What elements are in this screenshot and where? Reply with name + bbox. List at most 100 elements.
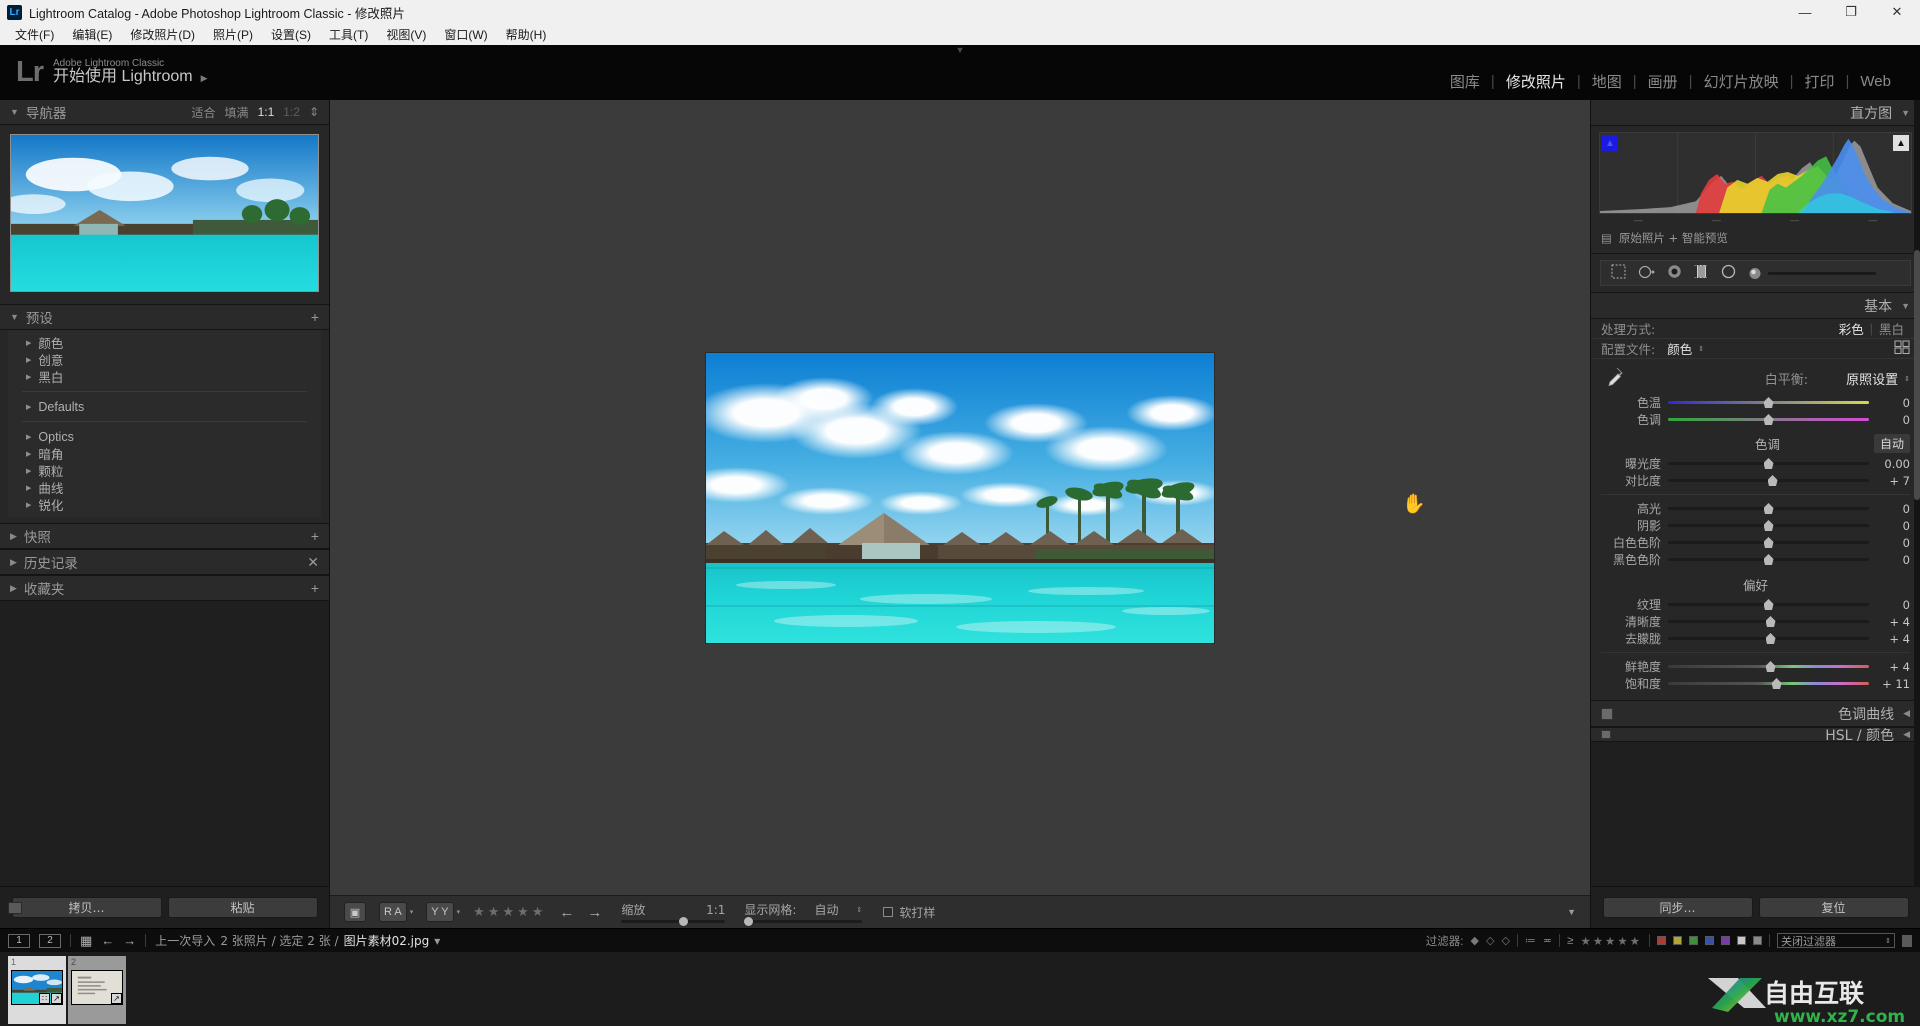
preset-group-optics[interactable]: ▶ Optics: [8, 428, 321, 445]
histogram-graph[interactable]: ▲ ▲: [1599, 132, 1912, 214]
image-canvas[interactable]: ✋: [330, 100, 1590, 895]
thumbnail-badge-edited[interactable]: ↗: [51, 993, 62, 1004]
tone-curve-header[interactable]: 色调曲线 ◀: [1591, 701, 1920, 727]
right-panel-scrollbar[interactable]: [1914, 100, 1920, 886]
navigate-back-icon[interactable]: ←: [101, 933, 114, 948]
edited-filter-icon[interactable]: ≔: [1525, 934, 1536, 947]
tone-curve-switch-icon[interactable]: [1601, 707, 1613, 720]
thumbnail-badge-crop[interactable]: ∷: [39, 993, 50, 1004]
adjustment-brush-group[interactable]: [1748, 266, 1876, 281]
right-panel-scrollbar-thumb[interactable]: [1914, 250, 1920, 500]
filter-preset-stepper-icon[interactable]: ⇕: [1885, 937, 1891, 945]
preset-group-vignette[interactable]: ▶ 暗角: [8, 445, 321, 462]
preset-group-bw[interactable]: ▶ 黑白: [8, 368, 321, 385]
add-collection-icon[interactable]: +: [311, 581, 319, 595]
saturation-slider-knob[interactable]: [1771, 678, 1782, 689]
preset-group-color[interactable]: ▶ 颜色: [8, 334, 321, 351]
thumbnail-badge-edited[interactable]: ↗: [111, 993, 122, 1004]
nav-mode-1-1[interactable]: 1:1: [258, 105, 275, 119]
chevron-down-icon[interactable]: ▾: [457, 908, 461, 916]
grid-overlay-group[interactable]: 显示网格: 自动 ⇕: [744, 901, 863, 926]
before-after-ra-button[interactable]: R A: [379, 902, 407, 922]
module-book[interactable]: 画册: [1637, 71, 1689, 92]
top-panel-collapse-arrow[interactable]: ▼: [956, 45, 965, 55]
navigator-preview-image[interactable]: [10, 134, 319, 292]
blacks-slider-knob[interactable]: [1763, 554, 1774, 565]
nav-zoom-stepper-icon[interactable]: ⇕: [309, 105, 319, 119]
profile-browser-icon[interactable]: [1894, 340, 1910, 357]
soft-proofing-group[interactable]: 软打样: [883, 904, 935, 921]
nav-mode-fill[interactable]: 填满: [225, 104, 249, 121]
chevron-down-icon[interactable]: ▼: [1901, 301, 1910, 311]
vibrance-slider-knob[interactable]: [1765, 661, 1776, 672]
main-photo[interactable]: [706, 352, 1214, 643]
hsl-switch-icon[interactable]: [1601, 730, 1611, 739]
thumb-image[interactable]: ↗: [71, 970, 123, 1005]
left-panel-scroll[interactable]: ▼ 导航器 适合 填满 1:1 1:2 ⇕ ▼ 预设 + ▶ 颜色 ▶ 创意 ▶…: [0, 100, 329, 886]
tint-slider[interactable]: [1668, 414, 1869, 425]
menu-item-window[interactable]: 窗口(W): [435, 24, 496, 45]
menu-item-view[interactable]: 视图(V): [377, 24, 435, 45]
before-after-ra-group[interactable]: R A ▾: [379, 902, 413, 922]
copy-button[interactable]: 拷贝…: [11, 897, 162, 918]
identity-plate[interactable]: Lr Adobe Lightroom Classic 开始使用 Lightroo…: [0, 58, 208, 87]
preset-group-creative[interactable]: ▶ 创意: [8, 351, 321, 368]
unedited-filter-icon[interactable]: ≖: [1543, 934, 1552, 947]
presets-header[interactable]: ▼ 预设 +: [0, 305, 329, 330]
thumb-image[interactable]: ∷ ↗: [11, 970, 63, 1005]
toolbar-collapse-icon[interactable]: ▼: [1567, 907, 1576, 917]
eyedropper-icon[interactable]: [1601, 365, 1625, 392]
next-photo-arrow-icon[interactable]: →: [587, 904, 602, 921]
chevron-right-icon[interactable]: ▶: [10, 531, 17, 542]
exposure-slider-knob[interactable]: [1763, 458, 1774, 469]
page-indicator-2[interactable]: 2: [39, 933, 61, 948]
hsl-color-header[interactable]: HSL / 颜色 ◀: [1591, 728, 1920, 742]
add-preset-icon[interactable]: +: [311, 310, 319, 324]
dehaze-slider[interactable]: [1668, 633, 1869, 644]
grid-view-icon[interactable]: ▦: [80, 933, 92, 949]
crop-overlay-icon[interactable]: [1611, 264, 1626, 282]
white-balance-value[interactable]: 原照设置: [1840, 369, 1904, 388]
preset-group-curve[interactable]: ▶ 曲线: [8, 479, 321, 496]
module-library[interactable]: 图库: [1439, 71, 1491, 92]
flag-picked-icon[interactable]: ◆: [1471, 934, 1479, 947]
saturation-slider[interactable]: [1668, 678, 1869, 689]
treatment-bw-button[interactable]: 黑白: [1873, 319, 1910, 338]
color-label-red[interactable]: [1657, 936, 1666, 945]
chevron-down-icon[interactable]: ▼: [10, 107, 19, 117]
filter-preset-select[interactable]: 关闭过滤器 ⇕: [1777, 933, 1895, 948]
treatment-color-button[interactable]: 彩色: [1833, 319, 1870, 338]
contrast-slider[interactable]: [1668, 475, 1869, 486]
nav-mode-1-2[interactable]: 1:2: [283, 105, 300, 119]
chevron-left-icon[interactable]: ◀: [1903, 729, 1910, 740]
highlights-slider-knob[interactable]: [1763, 503, 1774, 514]
color-label-blue[interactable]: [1705, 936, 1714, 945]
menu-item-develop[interactable]: 修改照片(D): [121, 24, 204, 45]
zoom-slider-knob[interactable]: [678, 917, 688, 926]
preset-group-defaults[interactable]: ▶ Defaults: [8, 398, 321, 415]
filter-toggle-switch[interactable]: [1902, 934, 1912, 947]
basic-panel-header[interactable]: 基本 ▼: [1591, 293, 1920, 319]
flag-rejected-icon[interactable]: ◇: [1501, 934, 1509, 947]
menu-item-settings[interactable]: 设置(S): [262, 24, 320, 45]
shadow-clipping-indicator[interactable]: ▲: [1602, 135, 1618, 151]
dehaze-slider-knob[interactable]: [1765, 633, 1776, 644]
paste-button[interactable]: 粘贴: [167, 897, 318, 918]
shadows-slider[interactable]: [1668, 520, 1869, 531]
chevron-down-icon[interactable]: ▾: [434, 934, 440, 948]
graduated-filter-icon[interactable]: [1694, 264, 1709, 282]
page-indicator-1[interactable]: 1: [8, 933, 30, 948]
chevron-right-icon[interactable]: ▶: [10, 557, 17, 568]
clear-history-icon[interactable]: ✕: [307, 555, 319, 569]
exposure-slider[interactable]: [1668, 458, 1869, 469]
temp-slider-knob[interactable]: [1763, 397, 1774, 408]
reset-button[interactable]: 复位: [1758, 897, 1909, 918]
rating-operator[interactable]: ≥: [1567, 935, 1573, 947]
auto-tone-button[interactable]: 自动: [1873, 434, 1910, 453]
color-label-white[interactable]: [1737, 936, 1746, 945]
history-header[interactable]: ▶ 历史记录 ✕: [0, 550, 329, 575]
filter-rating-stars[interactable]: ★★★★★: [1580, 934, 1642, 948]
highlights-slider[interactable]: [1668, 503, 1869, 514]
chevron-left-icon[interactable]: ◀: [1903, 708, 1910, 719]
chevron-down-icon[interactable]: ▼: [1901, 108, 1910, 118]
